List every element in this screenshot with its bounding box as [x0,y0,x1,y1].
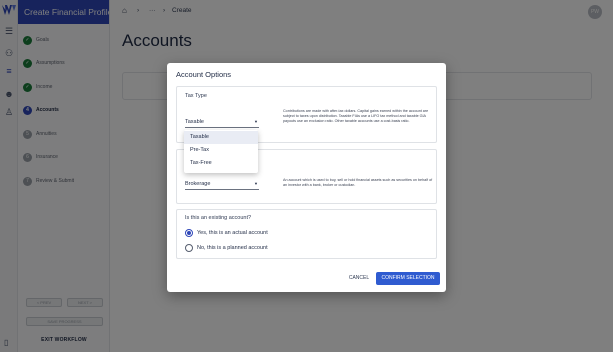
confirm-selection-button[interactable]: CONFIRM SELECTION [376,272,440,285]
radio-checked-icon [185,229,193,237]
tax-type-value: Taxable [185,119,204,125]
dialog-title: Account Options [176,70,232,79]
caret-down-icon: ▼ [254,119,258,124]
option-taxable[interactable]: Taxable [184,131,258,144]
tax-type-description: Contributions are made with after-tax do… [283,109,429,124]
existing-account-question: Is this an existing account? [185,215,252,221]
account-type-description: An account which is used to buy, sell or… [283,178,433,188]
existing-account-section: Is this an existing account? Yes, this i… [176,209,437,259]
radio-actual-account[interactable]: Yes, this is an actual account [185,229,268,237]
tax-type-dropdown: Taxable Pre-Tax Tax-Free [184,130,258,173]
caret-down-icon: ▼ [254,181,258,186]
tax-type-label: Tax Type [185,93,207,99]
account-type-value: Brokerage [185,181,211,187]
option-tax-free[interactable]: Tax-Free [184,157,258,170]
radio-unchecked-icon [185,244,193,252]
radio-label: Yes, this is an actual account [197,230,268,236]
account-type-select[interactable]: Brokerage ▼ [185,181,259,190]
radio-planned-account[interactable]: No, this is a planned account [185,244,268,252]
tax-type-select[interactable]: Taxable ▼ [185,119,259,128]
radio-label: No, this is a planned account [197,245,268,251]
option-pre-tax[interactable]: Pre-Tax [184,144,258,157]
account-options-dialog: Account Options Tax Type Taxable ▼ Contr… [167,63,446,292]
cancel-button[interactable]: CANCEL [345,273,373,284]
